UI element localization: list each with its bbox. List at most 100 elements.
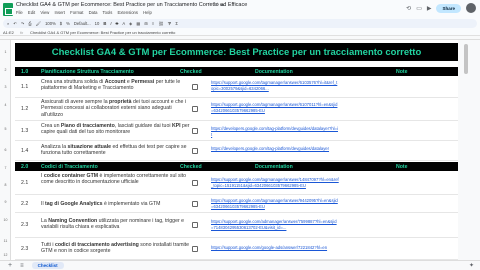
table-row[interactable]: 1.3 Crea un Piano di tracciamento, lasci… xyxy=(15,121,458,141)
table-row[interactable]: 1.1 Crea una struttura solida di Account… xyxy=(15,77,458,98)
sheet-title[interactable]: Checklist GA4 & GTM per Ecommerce: Best … xyxy=(15,43,458,61)
fill-color-icon[interactable]: ◈ xyxy=(129,21,132,26)
formula-input[interactable]: Checklist GA4 & GTM per Ecommerce: Best … xyxy=(30,30,175,35)
doc-link[interactable]: https://support.google.com/tagmanager/an… xyxy=(211,198,339,209)
paint-format-icon[interactable]: 🖌 xyxy=(36,21,41,27)
menu-file[interactable]: File xyxy=(16,10,23,15)
row-number[interactable]: 1 xyxy=(0,50,11,54)
row-number[interactable]: 3 xyxy=(0,85,11,89)
menu-format[interactable]: Format xyxy=(70,10,83,15)
table-row[interactable]: 2.1 I codice container GTM è implementat… xyxy=(15,172,458,195)
checkbox[interactable] xyxy=(192,84,198,90)
checkbox[interactable] xyxy=(192,180,198,186)
cloud-icon[interactable]: ☁ xyxy=(220,2,227,8)
strikethrough-icon[interactable]: S xyxy=(116,21,119,26)
explore-icon[interactable]: ✦ xyxy=(469,262,474,269)
row-headers: 1 2 3 4 5 6 7 8 9 10 11 12 xyxy=(0,40,11,260)
row-number[interactable]: 7 xyxy=(0,166,11,170)
row-number[interactable]: 6 xyxy=(0,148,11,152)
avatar[interactable] xyxy=(466,3,476,13)
row-text: Tutti i codici di tracciamento advertisi… xyxy=(41,242,191,255)
checkbox[interactable] xyxy=(192,246,198,252)
text-bold: codice container GTM xyxy=(43,173,99,179)
link-icon[interactable]: ⛓ xyxy=(158,21,163,27)
filter-icon[interactable]: ⧩ xyxy=(168,21,172,26)
section-header[interactable]: 1.0 Pianificazione Struttura Tracciament… xyxy=(15,67,458,76)
menu-data[interactable]: Data xyxy=(89,10,98,15)
sheet-tab-checklist[interactable]: Checklist xyxy=(31,262,64,269)
doc-link[interactable]: https://support.google.com/admanager/ans… xyxy=(211,219,339,230)
row-number[interactable]: 10 xyxy=(0,218,11,222)
checkbox[interactable] xyxy=(192,106,198,112)
search-icon[interactable]: ⌕ xyxy=(7,21,9,26)
text-bold: Permessi xyxy=(131,79,155,85)
row-number[interactable]: 4 xyxy=(0,103,11,107)
fx-icon: fx xyxy=(20,29,24,35)
sheets-logo-icon[interactable] xyxy=(3,3,13,16)
italic-icon[interactable]: I xyxy=(110,21,111,26)
sheet-grid[interactable]: Checklist GA4 & GTM per Ecommerce: Best … xyxy=(11,40,458,260)
font-select[interactable]: Default... xyxy=(74,21,91,26)
checkbox[interactable] xyxy=(192,128,198,134)
table-row[interactable]: 2.3 La Naming Convention utilizzata per … xyxy=(15,213,458,238)
row-number[interactable]: 9 xyxy=(0,200,11,204)
top-right-controls: ⟲ ▭ ▶ Share xyxy=(406,3,476,13)
row-number[interactable]: 2 xyxy=(0,68,11,72)
borders-icon[interactable]: ▦ xyxy=(136,21,140,26)
row-number-label: 1.3 xyxy=(21,128,29,134)
doc-link[interactable]: https://support.google.com/tagmanager/an… xyxy=(211,102,339,113)
doc-link[interactable]: https://support.google.com/tagmanager/an… xyxy=(211,177,339,188)
checkbox[interactable] xyxy=(192,148,198,154)
text-part: Tutti i xyxy=(41,242,55,248)
section-header[interactable]: 2.0 Codici di Tracciamento Checked Docum… xyxy=(15,162,458,171)
functions-icon[interactable]: Σ xyxy=(175,21,178,26)
meet-icon[interactable]: ▶ xyxy=(427,5,432,12)
bold-icon[interactable]: B xyxy=(103,21,106,26)
text-part: , lasciati guidare dai tuoi xyxy=(114,123,172,129)
name-box[interactable]: A1:E2 xyxy=(0,30,20,35)
col-docs-header: Documentation xyxy=(255,69,293,75)
row-number[interactable]: 11 xyxy=(0,239,11,243)
scroll-thumb[interactable] xyxy=(464,44,468,74)
row-number[interactable]: 12 xyxy=(0,253,11,257)
percent-button[interactable]: % xyxy=(66,21,70,26)
table-row[interactable]: 1.4 Analizza la situazione attuale ed ef… xyxy=(15,141,458,161)
menu-tools[interactable]: Tools xyxy=(103,10,113,15)
share-button[interactable]: Share xyxy=(436,3,461,13)
text-bold: Piano di tracciamento xyxy=(60,123,115,129)
menu-help[interactable]: Help xyxy=(143,10,152,15)
font-size-input[interactable]: 10 xyxy=(95,21,100,26)
merge-icon[interactable]: ⊞ xyxy=(144,21,148,26)
menu-extensions[interactable]: Extensions xyxy=(118,10,138,15)
currency-button[interactable]: $ xyxy=(60,21,62,26)
menu-view[interactable]: View xyxy=(40,10,49,15)
col-docs-header: Documentation xyxy=(255,164,293,170)
row-number-label: 1.2 xyxy=(21,106,29,112)
history-icon[interactable]: ⟲ xyxy=(406,5,411,12)
vertical-scrollbar[interactable] xyxy=(458,40,480,260)
add-sheet-icon[interactable]: + xyxy=(8,262,12,269)
menu-edit[interactable]: Edit xyxy=(28,10,35,15)
row-number[interactable]: 5 xyxy=(0,127,11,131)
doc-link[interactable]: https://developers.google.com/tag-platfo… xyxy=(211,126,339,137)
print-icon[interactable]: ⎙ xyxy=(28,21,31,26)
text-bold: situazione attuale xyxy=(67,144,112,150)
table-row[interactable]: 1.2 Assicurati di avere sempre la propri… xyxy=(15,98,458,121)
redo-icon[interactable]: ↷ xyxy=(21,21,25,26)
zoom-select[interactable]: 100% xyxy=(45,21,56,26)
text-color-icon[interactable]: A xyxy=(122,21,125,26)
table-row[interactable]: 2.3 Tutti i codici di tracciamento adver… xyxy=(15,238,458,260)
menu-insert[interactable]: Insert xyxy=(55,10,65,15)
comment-icon[interactable]: ▭ xyxy=(416,5,422,12)
col-checked-header: Checked xyxy=(180,69,202,75)
checkbox[interactable] xyxy=(192,222,198,228)
doc-link[interactable]: https://developers.google.com/tag-platfo… xyxy=(211,146,339,152)
doc-link[interactable]: https://support.google.com/tagmanager/an… xyxy=(211,80,339,91)
undo-icon[interactable]: ↶ xyxy=(13,21,17,26)
all-sheets-icon[interactable]: ≡ xyxy=(20,263,24,269)
checkbox[interactable] xyxy=(192,201,198,207)
table-row[interactable]: 2.2 Il tag di Google Analytics è impleme… xyxy=(15,195,458,213)
row-number[interactable]: 8 xyxy=(0,183,11,187)
doc-link[interactable]: https://support.google.com/google-ads/an… xyxy=(211,245,339,251)
align-icon[interactable]: ≡ xyxy=(152,21,154,26)
